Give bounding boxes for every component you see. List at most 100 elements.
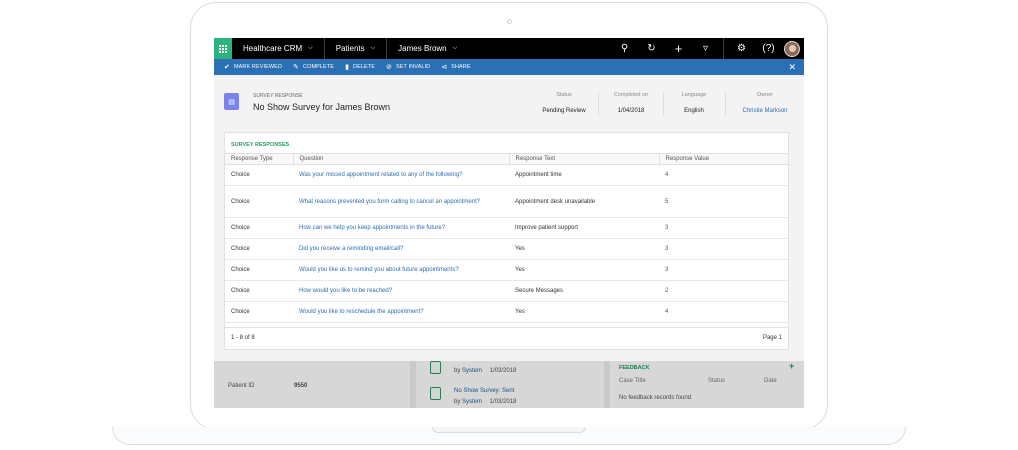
- question-link[interactable]: What reasons prevented you form calling …: [293, 185, 509, 218]
- table-row[interactable]: Choice How can we help you keep appointm…: [225, 217, 788, 239]
- question-link[interactable]: Did you receive a reminding email/call?: [293, 238, 509, 260]
- table-row[interactable]: Choice Did you receive a reminding email…: [225, 238, 788, 260]
- filter-icon[interactable]: ▿: [692, 38, 719, 59]
- response-type-cell: Choice: [225, 238, 293, 260]
- patient-id-value: 9550: [294, 383, 308, 389]
- search-icon[interactable]: ⚲: [611, 38, 638, 59]
- avatar[interactable]: [784, 40, 800, 57]
- response-type-cell: Choice: [225, 259, 293, 281]
- app-name: Healthcare CRM: [243, 44, 303, 53]
- set-invalid-label: SET INVALID: [395, 64, 431, 70]
- user-link[interactable]: System: [462, 368, 482, 374]
- response-value-cell: 4: [659, 164, 788, 186]
- question-link[interactable]: Would you like to reschedule the appoint…: [293, 301, 509, 323]
- chevron-down-icon: ⌵: [308, 45, 313, 51]
- top-nav: Healthcare CRM ⌵ Patients ⌵ James Brown …: [214, 38, 804, 59]
- command-bar: ✔ MARK REVIEWED ✎ COMPLETE ▮ DELETE ⊘ SE…: [214, 59, 804, 75]
- set-invalid-button[interactable]: ⊘ SET INVALID: [386, 63, 430, 71]
- area-switcher[interactable]: Patients ⌵: [325, 38, 388, 59]
- response-value-cell: 3: [659, 259, 788, 281]
- completed-on-label: Completed on: [613, 92, 649, 98]
- completed-on-value: 1/04/2018: [617, 108, 645, 114]
- table-row[interactable]: Choice Would you like to reschedule the …: [225, 301, 788, 323]
- response-text-cell: Yes: [509, 238, 659, 260]
- record-count: 1 - 8 of 8: [231, 335, 255, 341]
- delete-button[interactable]: ▮ DELETE: [345, 63, 375, 71]
- app-switcher[interactable]: Healthcare CRM ⌵: [232, 38, 325, 59]
- table-row[interactable]: Choice What reasons prevented you form c…: [225, 185, 788, 218]
- response-value-cell: 5: [659, 185, 788, 218]
- gear-icon[interactable]: ⚙: [728, 38, 755, 59]
- table-row[interactable]: Choice Would you like us to remind you a…: [225, 259, 788, 281]
- owner-link[interactable]: Christie Markson: [732, 108, 798, 114]
- clipboard-icon: ▤: [224, 93, 239, 110]
- feedback-col-case[interactable]: Case Title: [619, 378, 646, 384]
- question-link[interactable]: How would you like to be reached?: [293, 280, 509, 302]
- table-row[interactable]: Choice Was your missed appointment relat…: [225, 164, 788, 186]
- language-label: Language: [681, 92, 707, 98]
- response-type-cell: Choice: [225, 185, 293, 218]
- response-type-cell: Choice: [225, 301, 293, 323]
- area-name: Patients: [335, 44, 365, 53]
- status-field: Status Pending Review: [534, 92, 594, 114]
- survey-responses-panel: SURVEY RESPONSES Response Type Question …: [224, 132, 789, 328]
- response-text-cell: Improve patient support: [509, 217, 659, 239]
- response-value-cell: 4: [659, 301, 788, 323]
- response-text-cell: Appointment time: [509, 164, 659, 186]
- record-switcher[interactable]: James Brown ⌵: [387, 38, 468, 59]
- completed-on-field: Completed on 1/04/2018: [604, 92, 658, 114]
- feedback-empty: No feedback records found: [619, 395, 692, 401]
- question-link[interactable]: Was your missed appointment related to a…: [293, 164, 509, 186]
- delete-label: DELETE: [353, 64, 376, 70]
- response-text-cell: Yes: [509, 301, 659, 323]
- response-type-cell: Choice: [225, 217, 293, 239]
- response-value-cell: 3: [659, 217, 788, 239]
- owner-label: Owner: [756, 92, 774, 98]
- share-button[interactable]: ⊲ SHARE: [441, 63, 470, 71]
- language-value: English: [684, 108, 704, 114]
- complete-button[interactable]: ✎ COMPLETE: [293, 63, 334, 71]
- mark-reviewed-button[interactable]: ✔ MARK REVIEWED: [224, 63, 282, 71]
- timeline-by: by System 1/03/2018: [454, 399, 517, 405]
- chevron-down-icon: ⌵: [370, 45, 376, 51]
- patient-id-label: Patient ID: [228, 383, 255, 389]
- pencil-icon: ✎: [293, 64, 299, 71]
- share-label: SHARE: [451, 64, 471, 70]
- page-title: No Show Survey for James Brown: [253, 102, 391, 112]
- response-text-cell: Appointment desk unavailable: [509, 185, 659, 218]
- mark-reviewed-label: MARK REVIEWED: [233, 64, 283, 70]
- add-icon[interactable]: +: [665, 38, 692, 59]
- timeline-by: by System 1/03/2018: [454, 368, 517, 374]
- column-header-response-type[interactable]: Response Type: [225, 153, 294, 165]
- column-header-question[interactable]: Question: [293, 153, 510, 165]
- check-circle-icon: ✔: [224, 64, 230, 71]
- language-field: Language English: [669, 92, 719, 114]
- share-icon: ⊲: [441, 64, 448, 71]
- feedback-col-status[interactable]: Status: [708, 378, 725, 384]
- survey-responses-table: Response Type Question Response Text Res…: [225, 153, 788, 323]
- response-value-cell: 2: [659, 280, 788, 302]
- status-label: Status: [556, 92, 572, 98]
- help-icon[interactable]: (?): [755, 38, 782, 59]
- trash-icon: ▮: [345, 64, 350, 71]
- timeline-item-title[interactable]: No Show Survey: Sent: [454, 388, 514, 394]
- app-launcher-icon[interactable]: [214, 38, 232, 59]
- status-value: Pending Review: [542, 108, 586, 114]
- activity-icon: [430, 361, 441, 374]
- owner-field: Owner Christie Markson: [732, 92, 798, 114]
- response-type-cell: Choice: [225, 164, 293, 186]
- block-icon: ⊘: [386, 64, 392, 71]
- add-icon[interactable]: +: [789, 361, 794, 371]
- question-link[interactable]: Would you like us to remind you about fu…: [293, 259, 509, 281]
- user-link[interactable]: System: [462, 399, 482, 405]
- column-header-response-text[interactable]: Response Text: [509, 153, 660, 165]
- question-link[interactable]: How can we help you keep appointments in…: [293, 217, 509, 239]
- close-icon[interactable]: ✕: [788, 62, 796, 73]
- history-icon[interactable]: ↻: [638, 38, 665, 59]
- table-row[interactable]: Choice How would you like to be reached?…: [225, 280, 788, 302]
- pagination-bar: 1 - 8 of 8 Page 1: [224, 328, 789, 350]
- entity-type: SURVEY RESPONSE: [253, 93, 303, 99]
- feedback-col-date[interactable]: Date: [764, 378, 777, 384]
- response-text-cell: Yes: [509, 259, 659, 281]
- column-header-response-value[interactable]: Response Value: [659, 153, 788, 165]
